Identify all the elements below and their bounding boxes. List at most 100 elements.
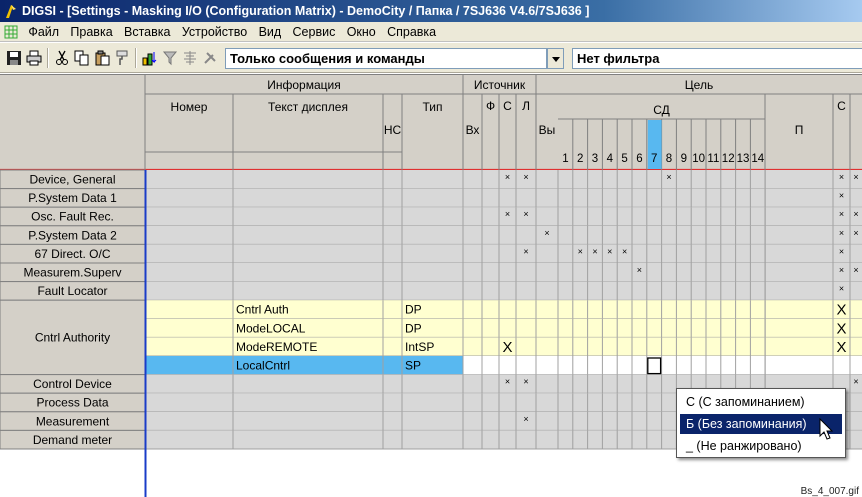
allocation-mark[interactable]: ×	[839, 172, 844, 182]
ld-column-number-12[interactable]: 12	[722, 153, 735, 165]
ld-column-number-3[interactable]: 3	[592, 153, 598, 165]
allocation-mark-x[interactable]: X	[836, 339, 846, 356]
matrix-cells[interactable]	[463, 225, 862, 245]
allocation-mark-x[interactable]: X	[502, 339, 512, 356]
allocation-mark[interactable]: ×	[637, 265, 642, 275]
allocation-mark[interactable]: ×	[607, 246, 612, 256]
row-header-label: Control Device	[33, 377, 112, 391]
menu-window[interactable]: Окно	[343, 22, 380, 42]
matrix-cells[interactable]	[463, 300, 862, 319]
copy-icon[interactable]	[74, 50, 90, 66]
ld-column-number-1[interactable]: 1	[562, 153, 568, 165]
row-header-label: P.System Data 2	[28, 228, 117, 242]
row-header-label: Device, General	[29, 173, 115, 187]
ld-column-number-9[interactable]: 9	[681, 153, 687, 165]
row-header-label: Measurement	[36, 414, 110, 428]
info-cells[interactable]	[145, 207, 463, 226]
sort-icon[interactable]	[142, 50, 158, 66]
ld-column-number-7[interactable]: 7	[651, 153, 657, 165]
print-icon[interactable]	[26, 50, 42, 66]
allocation-mark[interactable]: ×	[666, 172, 671, 182]
allocation-mark[interactable]: ×	[523, 377, 528, 387]
menu-view[interactable]: Вид	[255, 22, 286, 42]
tools-icon[interactable]	[202, 50, 218, 66]
format-painter-icon[interactable]	[114, 50, 130, 66]
matrix-cells[interactable]	[463, 263, 862, 282]
allocation-mark[interactable]: ×	[523, 209, 528, 219]
message-filter-combo[interactable]: Только сообщения и команды	[225, 48, 547, 69]
info-cells[interactable]	[145, 281, 463, 301]
ld-column-number-5[interactable]: 5	[621, 153, 627, 165]
allocation-mark[interactable]: ×	[839, 228, 844, 238]
ld-column-number-13[interactable]: 13	[737, 153, 750, 165]
ld-column-number-8[interactable]: 8	[666, 153, 672, 165]
allocation-mark[interactable]: ×	[544, 228, 549, 238]
menu-option-unlatched[interactable]: Б (Без запоминания)	[680, 414, 842, 434]
info-cells[interactable]	[145, 393, 463, 412]
allocation-mark[interactable]: ×	[839, 209, 844, 219]
allocation-mark[interactable]: ×	[505, 209, 510, 219]
message-filter-dropdown-button[interactable]	[547, 48, 564, 69]
ld-column-number-6[interactable]: 6	[636, 153, 642, 165]
ld-column-number-11[interactable]: 11	[707, 153, 719, 165]
matrix-cells[interactable]	[463, 356, 862, 375]
allocation-mark[interactable]: ×	[523, 414, 528, 424]
allocation-mark[interactable]: ×	[622, 246, 627, 256]
filter-icon[interactable]	[162, 50, 178, 66]
allocation-mark[interactable]: ×	[523, 172, 528, 182]
type-cell: IntSP	[405, 340, 434, 354]
align-icon[interactable]	[182, 50, 198, 66]
group-header-info: Информация	[267, 78, 340, 92]
allocation-mark[interactable]: ×	[853, 377, 858, 387]
ld-column-number-4[interactable]: 4	[607, 153, 614, 165]
allocation-mark[interactable]: ×	[592, 246, 597, 256]
menu-insert[interactable]: Вставка	[120, 22, 174, 42]
document-icon[interactable]	[4, 25, 18, 39]
ld-column-number-14[interactable]: 14	[751, 153, 764, 165]
allocation-mark[interactable]: ×	[523, 246, 528, 256]
info-cells[interactable]	[145, 170, 463, 189]
matrix-cells[interactable]	[463, 318, 862, 338]
allocation-mark[interactable]: ×	[853, 172, 858, 182]
allocation-mark[interactable]: ×	[505, 377, 510, 387]
paste-icon[interactable]	[94, 50, 110, 66]
allocation-mark[interactable]: ×	[505, 172, 510, 182]
allocation-mark[interactable]: ×	[853, 209, 858, 219]
menu-edit[interactable]: Правка	[66, 22, 116, 42]
save-icon[interactable]	[6, 50, 22, 66]
info-cells[interactable]	[145, 263, 463, 282]
menu-option-not-allocated[interactable]: _ (Не ранжировано)	[680, 436, 842, 456]
menu-device[interactable]: Устройство	[178, 22, 251, 42]
info-cells[interactable]	[145, 188, 463, 208]
ld-column-number-10[interactable]: 10	[692, 153, 705, 165]
allocation-mark[interactable]: ×	[839, 191, 844, 201]
allocation-mark[interactable]: ×	[853, 265, 858, 275]
allocation-mark[interactable]: ×	[578, 246, 583, 256]
ld-column-number-2[interactable]: 2	[577, 153, 583, 165]
info-cells[interactable]	[145, 225, 463, 245]
matrix-cells[interactable]	[463, 188, 862, 208]
matrix-cells[interactable]	[463, 281, 862, 301]
cut-icon[interactable]	[54, 50, 70, 66]
info-cells[interactable]	[145, 430, 463, 449]
allocation-mark[interactable]: ×	[853, 228, 858, 238]
column-header-number: Номер	[171, 100, 208, 114]
allocation-mark[interactable]: ×	[839, 284, 844, 294]
info-cells[interactable]	[145, 374, 463, 394]
matrix-cells[interactable]	[463, 337, 862, 356]
row-header-label: Demand meter	[33, 433, 112, 447]
menu-file[interactable]: Файл	[24, 22, 63, 42]
info-cells[interactable]	[145, 411, 463, 431]
column-header-type: Тип	[422, 100, 442, 114]
menu-help[interactable]: Справка	[383, 22, 440, 42]
allocation-mark-x[interactable]: X	[836, 320, 846, 337]
mouse-cursor-icon	[819, 418, 834, 440]
menu-option-latched[interactable]: С (С запоминанием)	[680, 392, 842, 412]
type-cell: DP	[405, 321, 422, 335]
allocation-mark[interactable]: ×	[839, 265, 844, 275]
view-filter-combo[interactable]: Нет фильтра	[572, 48, 862, 69]
allocation-mark-x[interactable]: X	[836, 302, 846, 319]
info-cells[interactable]	[145, 244, 463, 263]
menu-tools[interactable]: Сервис	[289, 22, 340, 42]
allocation-mark[interactable]: ×	[839, 246, 844, 256]
